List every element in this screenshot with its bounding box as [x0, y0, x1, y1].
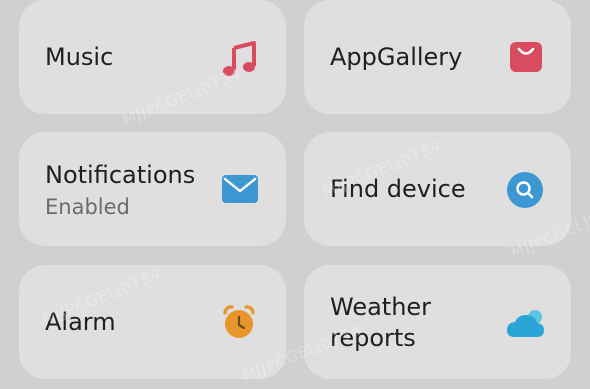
notifications-tile[interactable]: Notifications Enabled	[19, 132, 286, 246]
music-note-icon	[223, 41, 256, 76]
alarm-label: Alarm	[45, 308, 116, 336]
search-icon	[507, 172, 543, 208]
alarm-tile[interactable]: Alarm	[19, 265, 286, 379]
notifications-status: Enabled	[45, 195, 130, 219]
weather-label-line2: reports	[330, 324, 416, 352]
find-device-tile[interactable]: Find device	[304, 132, 571, 246]
weather-tile[interactable]: Weather reports	[304, 265, 571, 379]
weather-label-line1: Weather	[330, 293, 432, 321]
weather-cloud-icon	[507, 310, 544, 337]
notifications-label: Notifications	[45, 161, 196, 189]
alarm-clock-icon	[223, 305, 255, 338]
appgallery-label: AppGallery	[330, 43, 463, 71]
shopping-bag-icon	[510, 42, 542, 72]
appgallery-tile[interactable]: AppGallery	[304, 0, 571, 114]
find-device-label: Find device	[330, 175, 466, 203]
music-tile[interactable]: Music	[19, 0, 286, 114]
music-label: Music	[45, 43, 114, 71]
envelope-icon	[222, 175, 258, 203]
